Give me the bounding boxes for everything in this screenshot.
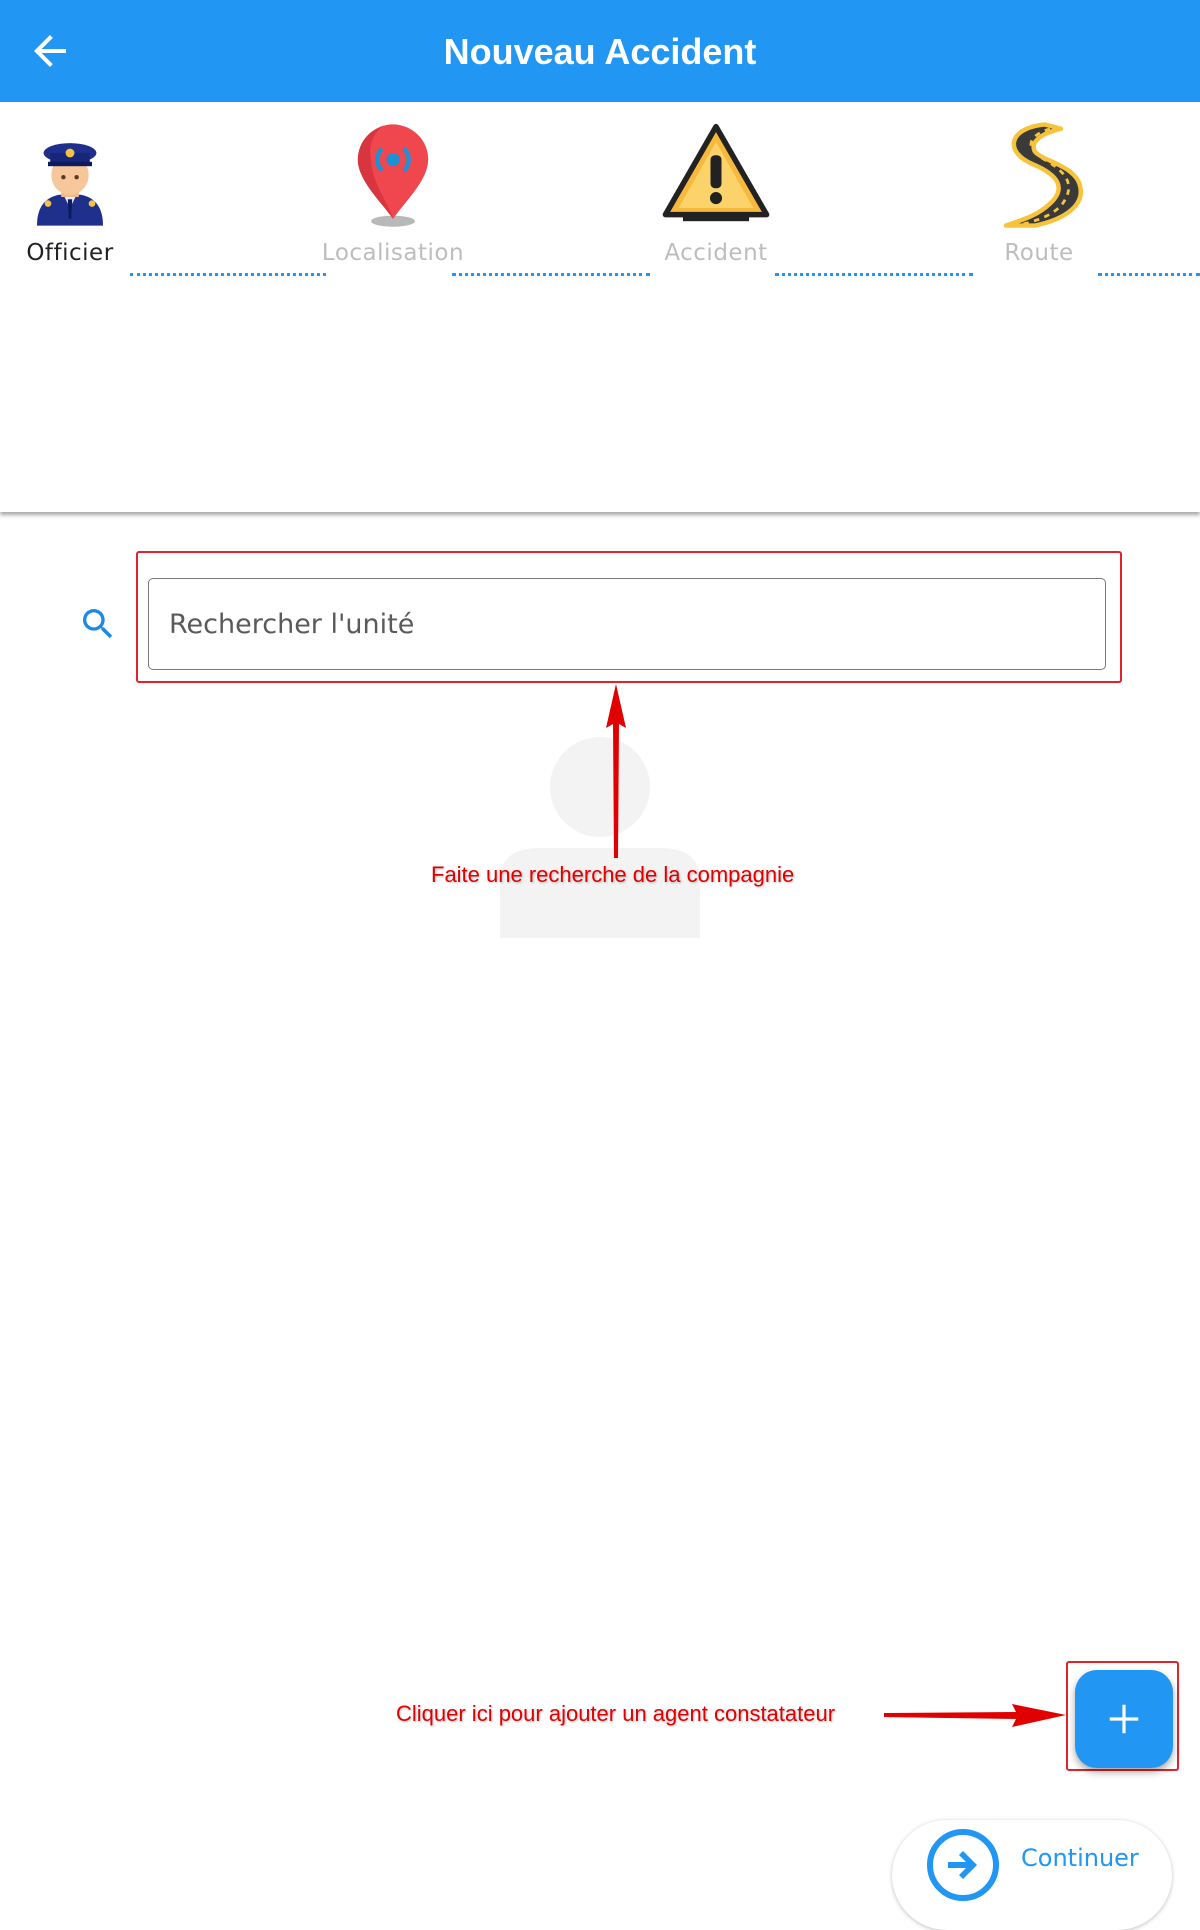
annotation-add-hint: Cliquer ici pour ajouter un agent consta… (396, 1701, 836, 1726)
step-label: Accident (664, 240, 768, 266)
step-label: Localisation (321, 240, 465, 266)
step-accident[interactable]: Accident (621, 120, 811, 266)
step-connector (452, 273, 650, 276)
app-bar: Nouveau Accident (0, 0, 1200, 102)
location-pin-icon (357, 124, 429, 227)
continue-button[interactable]: Continuer (892, 1820, 1172, 1930)
annotation-arrow-right (884, 1704, 1066, 1727)
search-icon[interactable] (78, 604, 118, 644)
annotation-arrow-up (606, 684, 626, 858)
step-connector (775, 273, 973, 276)
step-connector (1098, 273, 1200, 276)
annotation-search-hint: Faite une recherche de la compagnie (431, 862, 795, 887)
step-label: Officier (26, 240, 114, 266)
annotation-search-box (136, 551, 1122, 683)
continue-label: Continuer (1021, 1844, 1139, 1872)
step-officier[interactable]: Officier (0, 120, 165, 266)
plus-icon (1109, 1704, 1139, 1734)
warning-triangle-icon (662, 123, 770, 222)
step-localisation[interactable]: Localisation (298, 120, 488, 266)
police-officer-icon (37, 143, 103, 226)
page-title: Nouveau Accident (443, 31, 757, 72)
arrow-right-circle-icon (927, 1829, 999, 1901)
add-agent-button[interactable] (1075, 1670, 1173, 1768)
step-route[interactable]: Route (944, 120, 1134, 266)
stepper: Officier Localisation Accident Route (0, 102, 1200, 512)
step-connector (130, 273, 326, 276)
winding-road-icon (1003, 122, 1083, 228)
step-label: Route (1004, 240, 1074, 266)
